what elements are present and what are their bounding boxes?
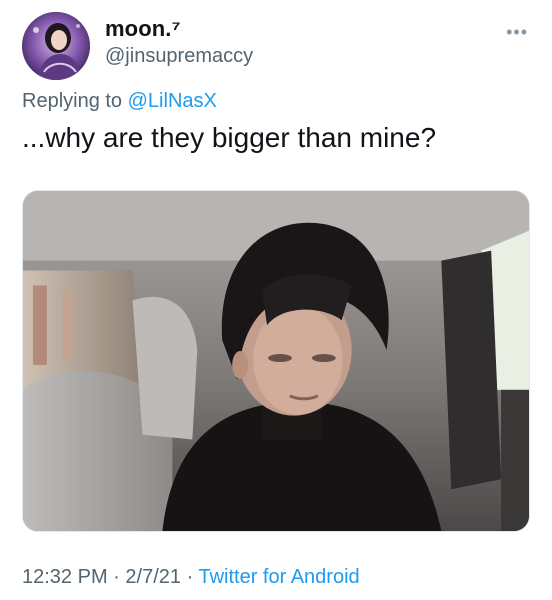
tweet-text: ...why are they bigger than mine? — [22, 122, 437, 153]
meta-separator: · — [113, 566, 120, 588]
meta-separator: · — [186, 566, 194, 588]
avatar[interactable] — [22, 12, 90, 80]
user-handle[interactable]: @jinsupremaccy — [105, 45, 253, 68]
more-horizontal-icon[interactable]: ••• — [506, 22, 528, 43]
photo-image — [23, 191, 529, 531]
tweet-time[interactable]: 12:32 PM — [22, 566, 108, 588]
reply-prefix: Replying to — [22, 90, 123, 112]
tweet-source-link[interactable]: Twitter for Android — [198, 566, 359, 588]
tweet-meta: 12:32 PM · 2/7/21 · Twitter for Android — [22, 566, 360, 589]
reply-mention-link[interactable]: @LilNasX — [128, 90, 217, 112]
display-name[interactable]: moon.⁷ — [105, 16, 181, 42]
tweet-date[interactable]: 2/7/21 — [125, 566, 181, 588]
tweet-photo[interactable] — [22, 190, 530, 532]
tweet-card[interactable]: moon.⁷ @jinsupremaccy ••• Replying to @L… — [0, 0, 552, 600]
reply-context: Replying to @LilNasX — [22, 90, 217, 113]
avatar-image — [22, 12, 90, 80]
